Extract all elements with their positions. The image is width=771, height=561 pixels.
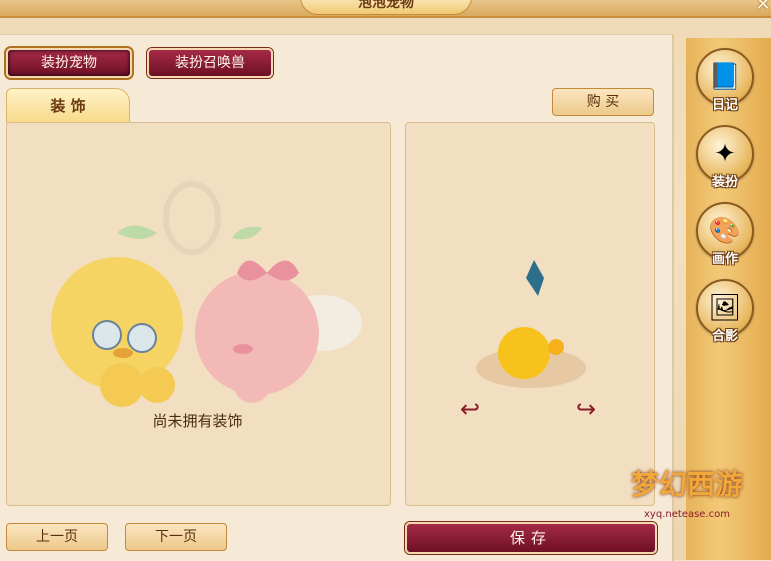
next-page-button[interactable]: 下一页 (125, 523, 227, 551)
close-icon[interactable]: ✕ (752, 0, 771, 16)
leaf-right-icon (232, 226, 262, 240)
sidebar-item-painting[interactable]: 🎨 画作 (694, 202, 756, 272)
tab-dress-pet[interactable]: 装扮宠物 (6, 48, 132, 78)
sidebar-item-dress[interactable]: ✦ 装扮 (694, 125, 756, 195)
window-title: 泡泡宠物 (300, 0, 472, 15)
gem-icon (526, 260, 544, 296)
swirl-decoration (163, 181, 221, 255)
preview-pet-body (498, 327, 550, 379)
empty-mascot-illustration (51, 181, 362, 407)
tab-dress-summon[interactable]: 装扮召唤兽 (147, 48, 273, 78)
sidebar-item-photo[interactable]: 🖼 合影 (694, 279, 756, 349)
rotate-right-icon[interactable]: ↪ (576, 395, 596, 423)
prev-page-button[interactable]: 上一页 (6, 523, 108, 551)
rotate-left-icon[interactable]: ↩ (460, 395, 480, 423)
sidebar-item-diary[interactable]: 📘 日记 (694, 48, 756, 118)
empty-decoration-text: 尚未拥有装饰 (152, 412, 243, 430)
save-button[interactable]: 保存 (405, 522, 657, 554)
leaf-left-icon (117, 225, 157, 239)
pet-preview[interactable] (406, 123, 654, 505)
buy-button[interactable]: 购 买 (552, 88, 654, 116)
decoration-list-panel (6, 122, 391, 506)
preview-panel (405, 122, 655, 506)
tab-decoration[interactable]: 装 饰 (6, 88, 130, 123)
watermark-logo: 梦幻西游 xyq.netease.com (630, 468, 743, 521)
